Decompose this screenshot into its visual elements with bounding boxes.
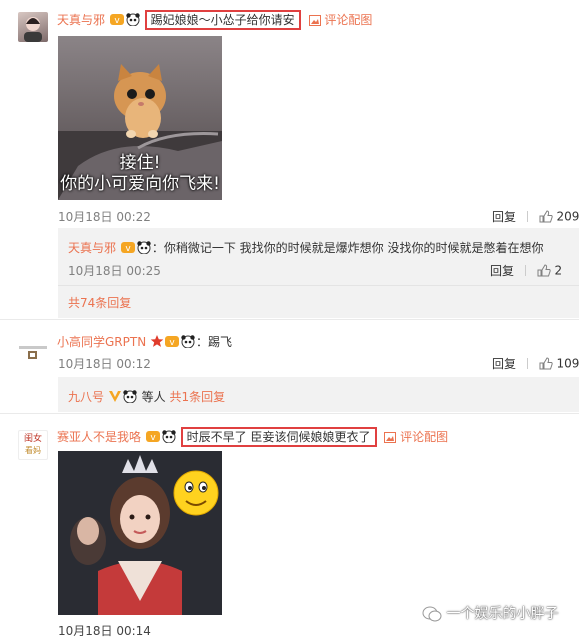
username[interactable]: 天真与邪: [57, 13, 105, 27]
panda-icon: [136, 240, 152, 257]
thumbs-up-icon[interactable]: [539, 357, 553, 370]
more-replies-link[interactable]: 共74条回复: [68, 294, 131, 311]
thumbs-up-icon[interactable]: [537, 264, 551, 277]
reply-button[interactable]: 回复: [492, 357, 516, 371]
vip-badge-icon: v: [109, 12, 125, 29]
image-caption-line-2: 你的小可爱向你飞来!: [60, 174, 220, 194]
watermark-text: 一个娱乐的小胖子: [446, 606, 559, 622]
sub-reply-header: 天真与邪 v ：你稍微记一下 我找你的时候就是爆炸想你 没找你的时候就是憋着在想…: [68, 239, 543, 257]
panda-icon: [161, 429, 177, 446]
comment-image[interactable]: 接住! 你的小可爱向你飞来!: [58, 36, 222, 200]
comment-header: 天真与邪 v 踢妃娘娘～小怂子给你请安 评论配图: [57, 10, 372, 30]
avatar-logo: [19, 346, 47, 359]
avatar[interactable]: [18, 336, 48, 366]
panda-icon: [125, 12, 141, 29]
comment-header: 小高同学GRPTN v ：踢飞: [57, 333, 232, 351]
wechat-icon: [422, 606, 442, 622]
svg-text:v: v: [125, 244, 131, 254]
reply-summary: 九八号 等人 共1条回复: [68, 388, 225, 406]
highlighted-comment-text: 踢妃娘娘～小怂子给你请安: [144, 10, 301, 30]
image-icon: [384, 432, 397, 443]
comment-actions: 回复 109: [492, 355, 579, 372]
divider: [0, 413, 579, 414]
username[interactable]: 赛亚人不是我咯: [57, 430, 141, 444]
comment-time: 10月18日 00:12: [58, 357, 151, 371]
comment-image[interactable]: [58, 451, 222, 615]
comment-image-link-label[interactable]: 评论配图: [400, 430, 448, 444]
watermark: 一个娱乐的小胖子: [422, 603, 558, 623]
avatar-text-bottom: 看妈: [25, 446, 41, 455]
reply-button[interactable]: 回复: [490, 264, 514, 278]
svg-text:v: v: [169, 338, 175, 348]
comment-time: 10月18日 00:22: [58, 210, 151, 224]
sub-reply-time: 10月18日 00:25: [68, 264, 161, 278]
like-count: 109: [556, 356, 579, 371]
girl-photo: [58, 451, 222, 615]
vip-badge-icon: v: [120, 240, 136, 257]
v-badge-icon: [108, 389, 122, 406]
vip-badge-icon: v: [164, 334, 180, 351]
star-badge-icon: [150, 334, 164, 351]
highlighted-comment-text: 时辰不早了 臣妾该伺候娘娘更衣了: [180, 427, 377, 447]
reply-button[interactable]: 回复: [492, 210, 516, 224]
vip-badge-icon: v: [145, 429, 161, 446]
comment-image-link-label[interactable]: 评论配图: [324, 13, 372, 27]
avatar-photo: [24, 17, 42, 42]
like-count: 209: [556, 209, 579, 224]
sub-reply-username[interactable]: 九八号: [68, 390, 104, 404]
comment-actions: 回复 209: [492, 208, 579, 225]
avatar-text-top: 闺女: [23, 434, 42, 444]
comment-image-link[interactable]: 评论配图: [384, 430, 448, 444]
comment-header: 赛亚人不是我咯 v 时辰不早了 臣妾该伺候娘娘更衣了 评论配图: [57, 427, 448, 447]
thumbs-up-icon[interactable]: [539, 210, 553, 223]
svg-text:v: v: [114, 16, 120, 26]
sub-reply-actions: 回复 2: [490, 262, 562, 279]
avatar[interactable]: [18, 12, 48, 42]
divider: [58, 285, 579, 286]
panda-icon: [180, 334, 196, 351]
avatar[interactable]: 闺女 看妈: [18, 430, 48, 460]
username[interactable]: 小高同学GRPTN: [57, 335, 146, 349]
more-replies-link[interactable]: 共1条回复: [170, 390, 226, 404]
reply-summary-text: 等人: [141, 390, 166, 404]
comment-image-link[interactable]: 评论配图: [308, 13, 372, 27]
svg-text:v: v: [150, 433, 156, 443]
divider: [0, 319, 579, 320]
comment-time: 10月18日 00:14: [58, 624, 151, 638]
comment-text: ：踢飞: [196, 335, 233, 349]
like-count: 2: [554, 263, 563, 278]
sub-reply-username[interactable]: 天真与邪: [68, 241, 116, 255]
panda-icon: [122, 389, 138, 406]
image-icon: [308, 15, 321, 26]
image-caption-line-1: 接住!: [119, 153, 161, 173]
sub-reply-text: ：你稍微记一下 我找你的时候就是爆炸想你 没找你的时候就是憋着在想你: [151, 241, 544, 255]
